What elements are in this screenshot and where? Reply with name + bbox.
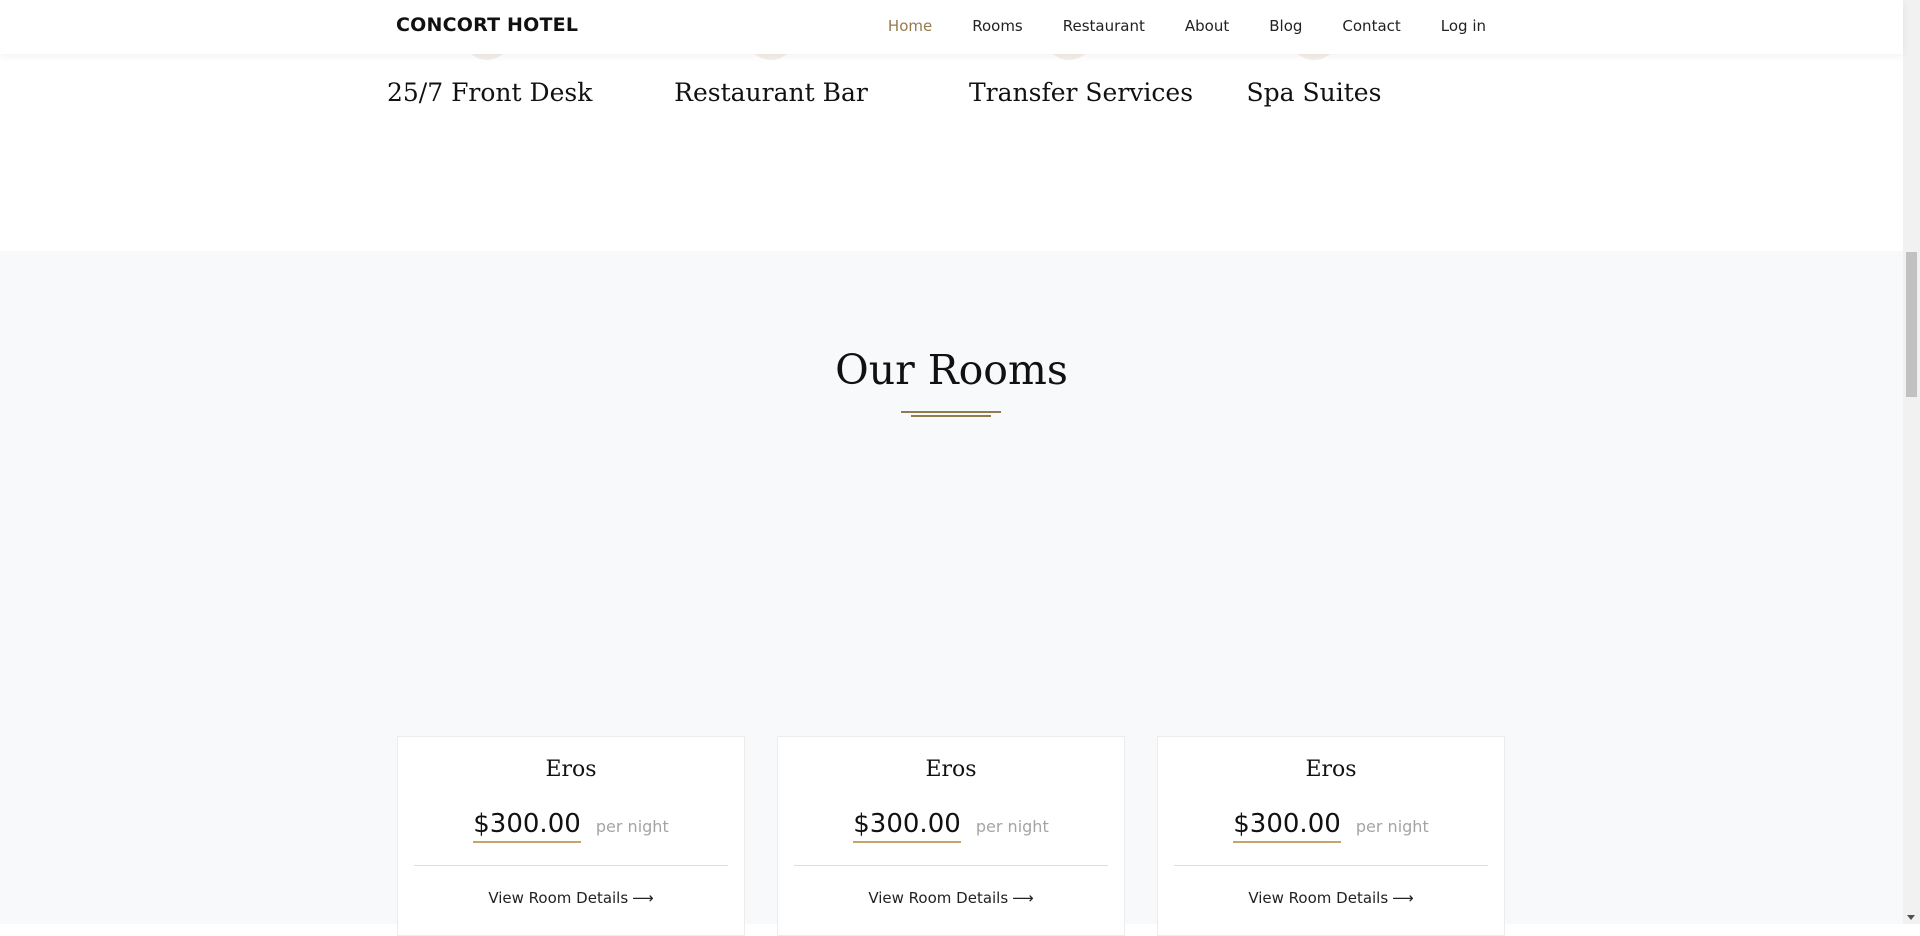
nav-restaurant[interactable]: Restaurant [1063,17,1145,35]
price-row: $300.00 per night [778,809,1124,843]
price-unit: per night [975,817,1049,836]
card-divider [794,865,1108,866]
nav-login[interactable]: Log in [1441,17,1486,35]
main-nav: Home Rooms Restaurant About Blog Contact… [888,17,1486,35]
scroll-down-arrow-icon[interactable] [1907,915,1915,920]
details-label: View Room Details [1248,889,1389,907]
long-arrow-right-icon: ⟶ [1012,889,1034,907]
nav-rooms[interactable]: Rooms [972,17,1023,35]
brand-logo[interactable]: CONCORT HOTEL [396,14,578,36]
nav-about[interactable]: About [1185,17,1229,35]
service-title: Restaurant Bar [674,78,868,107]
nav-home[interactable]: Home [888,17,932,35]
room-card: Eros $300.00 per night View Room Details… [777,736,1125,936]
room-card: Eros $300.00 per night View Room Details… [1157,736,1505,936]
scrollbar-thumb[interactable] [1906,252,1917,397]
section-title: Our Rooms [835,346,1068,394]
view-room-details-link[interactable]: View Room Details ⟶ [778,889,1124,907]
service-title: Spa Suites [1246,78,1382,107]
nav-contact[interactable]: Contact [1342,17,1400,35]
room-price: $300.00 [1233,809,1341,843]
long-arrow-right-icon: ⟶ [632,889,654,907]
page-scrollbar[interactable] [1903,0,1920,924]
view-room-details-link[interactable]: View Room Details ⟶ [398,889,744,907]
service-title: Transfer Services [969,78,1194,107]
details-label: View Room Details [868,889,1009,907]
room-name: Eros [1305,757,1357,782]
room-card: Eros $300.00 per night View Room Details… [397,736,745,936]
room-name: Eros [925,757,977,782]
view-room-details-link[interactable]: View Room Details ⟶ [1158,889,1504,907]
room-price: $300.00 [473,809,581,843]
title-divider [901,411,1001,417]
service-title: 25/7 Front Desk [387,78,593,107]
details-label: View Room Details [488,889,629,907]
long-arrow-right-icon: ⟶ [1392,889,1414,907]
nav-blog[interactable]: Blog [1269,17,1302,35]
price-unit: per night [1355,817,1429,836]
price-row: $300.00 per night [398,809,744,843]
site-header: CONCORT HOTEL Home Rooms Restaurant Abou… [0,0,1903,54]
card-divider [414,865,728,866]
room-name: Eros [545,757,597,782]
price-row: $300.00 per night [1158,809,1504,843]
price-unit: per night [595,817,669,836]
room-price: $300.00 [853,809,961,843]
card-divider [1174,865,1488,866]
